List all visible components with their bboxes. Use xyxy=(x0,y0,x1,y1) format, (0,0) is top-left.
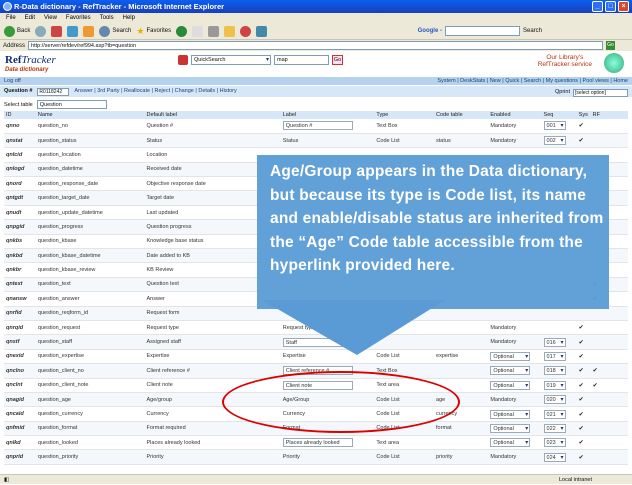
status-bar: ◧ Local intranet xyxy=(0,474,632,484)
status-done-icon: ◧ xyxy=(4,477,10,483)
highlight-oval xyxy=(222,371,460,433)
callout-arrow-head xyxy=(262,300,445,355)
callout-text: Age/Group appears in the Data dictionary… xyxy=(270,163,604,274)
